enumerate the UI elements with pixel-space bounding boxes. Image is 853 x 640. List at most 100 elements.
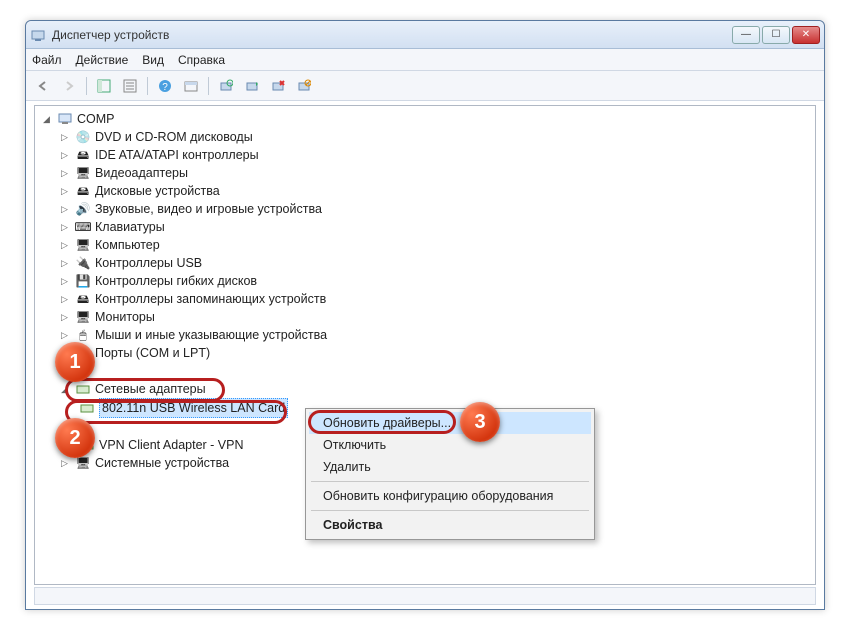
floppy-icon: 💾 — [75, 273, 91, 289]
separator — [147, 77, 148, 95]
audio-icon: 🔊 — [75, 201, 91, 217]
item-label: Контроллеры USB — [95, 254, 202, 272]
window-title: Диспетчер устройств — [52, 28, 732, 42]
item-label: Сетевые адаптеры — [95, 380, 206, 398]
item-label: DVD и CD-ROM дисководы — [95, 128, 253, 146]
menu-refresh-hardware[interactable]: Обновить конфигурацию оборудования — [309, 485, 591, 507]
expand-icon[interactable]: ▷ — [61, 200, 71, 218]
network-device-icon — [79, 400, 95, 416]
expand-icon[interactable]: ▷ — [61, 236, 71, 254]
mouse-icon: 🖱 — [75, 327, 91, 343]
item-label: Мыши и иные указывающие устройства — [95, 326, 327, 344]
menu-delete[interactable]: Удалить — [309, 456, 591, 478]
controller-icon: 🖴 — [75, 147, 91, 163]
menu-properties[interactable]: Свойства — [309, 514, 591, 536]
tree-item[interactable]: ▷🖴Дисковые устройства — [43, 182, 807, 200]
expand-icon[interactable]: ▷ — [61, 290, 71, 308]
expand-icon[interactable]: ▷ — [61, 218, 71, 236]
tree-item[interactable]: ▷🖴Контроллеры запоминающих устройств — [43, 290, 807, 308]
item-label: Видеоадаптеры — [95, 164, 188, 182]
expand-icon[interactable]: ▷ — [61, 454, 71, 472]
app-icon — [30, 27, 46, 43]
expand-icon[interactable]: ▷ — [61, 308, 71, 326]
expand-icon[interactable]: ▷ — [61, 128, 71, 146]
collapse-icon[interactable]: ◢ — [61, 380, 71, 398]
tree-item[interactable]: ▷💾Контроллеры гибких дисков — [43, 272, 807, 290]
disk-icon: 🖴 — [75, 183, 91, 199]
tree-root-label: COMP — [77, 110, 115, 128]
help-button[interactable]: ? — [154, 75, 176, 97]
back-button[interactable] — [32, 75, 54, 97]
tree-item[interactable]: ▷⌨Клавиатуры — [43, 218, 807, 236]
item-label: Контроллеры гибких дисков — [95, 272, 257, 290]
separator — [86, 77, 87, 95]
menu-disable[interactable]: Отключить — [309, 434, 591, 456]
collapse-icon[interactable]: ◢ — [43, 110, 53, 128]
item-label: Контроллеры запоминающих устройств — [95, 290, 326, 308]
toolbar-btn-5[interactable] — [180, 75, 202, 97]
port-icon: 🔗 — [75, 345, 91, 361]
tree-item[interactable]: ▷🖥Компьютер — [43, 236, 807, 254]
disable-button[interactable] — [293, 75, 315, 97]
titlebar[interactable]: Диспетчер устройств — ☐ ✕ — [26, 21, 824, 49]
expand-icon[interactable]: ▷ — [61, 254, 71, 272]
properties-button[interactable] — [119, 75, 141, 97]
statusbar — [34, 587, 816, 605]
device-label: VPN Client Adapter - VPN — [99, 436, 244, 454]
computer-icon: 🖥 — [75, 237, 91, 253]
tree-root[interactable]: ◢ COMP — [43, 110, 807, 128]
expand-icon[interactable]: ▷ — [61, 326, 71, 344]
expand-icon[interactable]: ▷ — [61, 344, 71, 362]
maximize-button[interactable]: ☐ — [762, 26, 790, 44]
menu-separator — [311, 510, 589, 511]
disc-icon: 💿 — [75, 129, 91, 145]
tree-item[interactable]: ▷🖴IDE ATA/ATAPI контроллеры — [43, 146, 807, 164]
tree-item[interactable]: ▷🔗Порты (COM и LPT) — [43, 344, 807, 362]
forward-button[interactable] — [58, 75, 80, 97]
menu-file[interactable]: Файл — [32, 53, 62, 67]
item-label: Звуковые, видео и игровые устройства — [95, 200, 322, 218]
tree-item[interactable]: ▷🔊Звуковые, видео и игровые устройства — [43, 200, 807, 218]
network-device-icon — [79, 437, 95, 453]
separator — [208, 77, 209, 95]
window-buttons: — ☐ ✕ — [732, 26, 820, 44]
toolbar: ? — [26, 71, 824, 101]
item-label: IDE ATA/ATAPI контроллеры — [95, 146, 259, 164]
item-label: Порты (COM и LPT) — [95, 344, 210, 362]
item-label: Системные устройства — [95, 454, 229, 472]
item-label: Компьютер — [95, 236, 160, 254]
tree-item[interactable]: ▷🖱Мыши и иные указывающие устройства — [43, 326, 807, 344]
item-label: Дисковые устройства — [95, 182, 220, 200]
expand-icon[interactable]: ▷ — [61, 164, 71, 182]
display-adapter-icon: 🖥 — [75, 165, 91, 181]
menu-separator — [311, 481, 589, 482]
system-icon: 🖥 — [75, 455, 91, 471]
svg-text:?: ? — [162, 82, 168, 93]
update-driver-button[interactable] — [241, 75, 263, 97]
uninstall-button[interactable] — [267, 75, 289, 97]
menubar: Файл Действие Вид Справка — [26, 49, 824, 71]
close-button[interactable]: ✕ — [792, 26, 820, 44]
scan-hardware-button[interactable] — [215, 75, 237, 97]
tree-item[interactable]: ▷🖥Мониторы — [43, 308, 807, 326]
menu-update-drivers[interactable]: Обновить драйверы... — [309, 412, 591, 434]
menu-action[interactable]: Действие — [76, 53, 129, 67]
menu-help[interactable]: Справка — [178, 53, 225, 67]
menu-view[interactable]: Вид — [142, 53, 164, 67]
tree-item[interactable]: ▷💿DVD и CD-ROM дисководы — [43, 128, 807, 146]
tree-item-network-adapters[interactable]: ◢ Сетевые адаптеры — [43, 380, 807, 398]
expand-icon[interactable]: ▷ — [61, 272, 71, 290]
context-menu: Обновить драйверы... Отключить Удалить О… — [305, 408, 595, 540]
device-label: 802.11n USB Wireless LAN Card — [99, 398, 288, 418]
usb-icon: 🔌 — [75, 255, 91, 271]
computer-icon — [57, 111, 73, 127]
tree-item[interactable]: ▷🖥Видеоадаптеры — [43, 164, 807, 182]
expand-icon[interactable]: ▷ — [61, 146, 71, 164]
storage-icon: 🖴 — [75, 291, 91, 307]
item-label: Клавиатуры — [95, 218, 165, 236]
show-hide-tree-button[interactable] — [93, 75, 115, 97]
minimize-button[interactable]: — — [732, 26, 760, 44]
expand-icon[interactable]: ▷ — [61, 182, 71, 200]
tree-item[interactable]: ▷🔌Контроллеры USB — [43, 254, 807, 272]
item-label: Мониторы — [95, 308, 155, 326]
